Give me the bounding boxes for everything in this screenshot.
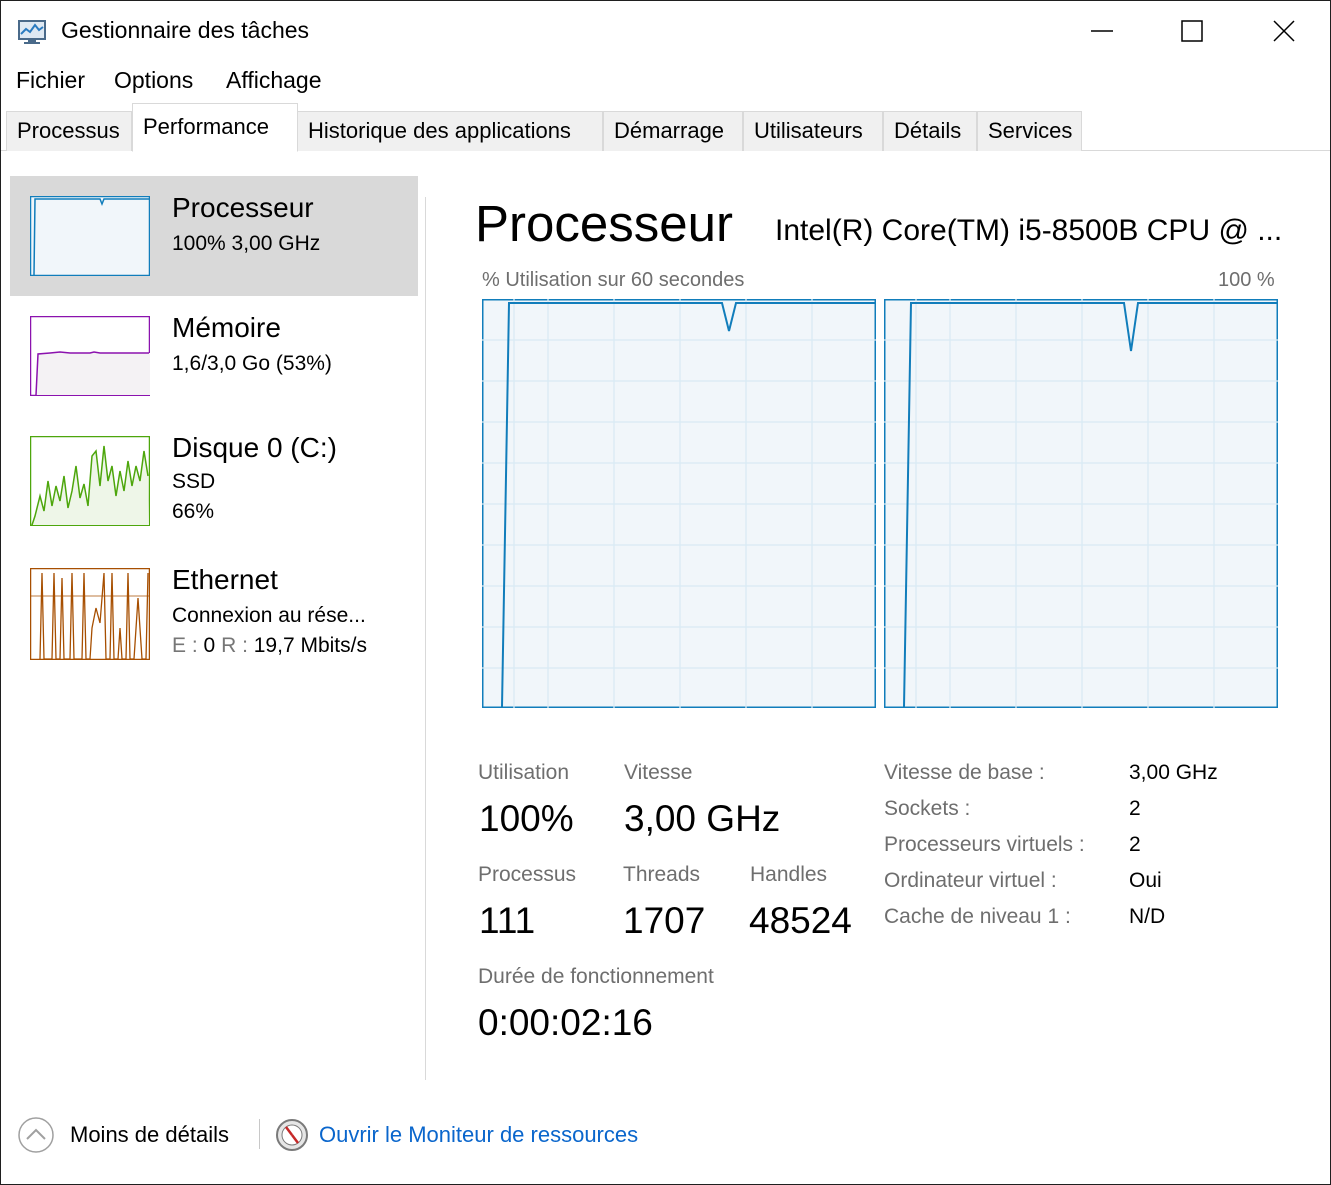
utilisation-label: Utilisation xyxy=(478,761,570,784)
vitesse-value: 3,00 GHz xyxy=(624,798,781,839)
tab-processus[interactable]: Processus xyxy=(6,111,132,151)
processus-label: Processus xyxy=(478,863,577,886)
cpu-core-graph-2 xyxy=(884,299,1278,708)
uptime-label: Durée de fonctionnement xyxy=(478,965,714,988)
detail-key-sockets: Sockets : xyxy=(884,797,971,820)
menu-affichage[interactable]: Affichage xyxy=(226,67,321,94)
tab-demarrage[interactable]: Démarrage xyxy=(603,111,743,151)
detail-value-base-speed: 3,00 GHz xyxy=(1129,761,1218,784)
sidebar-divider xyxy=(425,197,426,1080)
close-icon xyxy=(1273,20,1295,42)
sidebar-item-value: 1,6/3,0 Go (53%) xyxy=(172,352,332,375)
tab-historique[interactable]: Historique des applications xyxy=(297,111,603,151)
tab-services[interactable]: Services xyxy=(977,111,1082,151)
detail-key-base-speed: Vitesse de base : xyxy=(884,761,1045,784)
vitesse-label: Vitesse xyxy=(624,761,693,784)
less-details-button[interactable] xyxy=(17,1116,55,1154)
sidebar-item-connection: Connexion au rése... xyxy=(172,604,366,627)
menu-options[interactable]: Options xyxy=(114,67,193,94)
sidebar-item-memoire[interactable]: Mémoire 1,6/3,0 Go (53%) xyxy=(10,296,418,416)
maximize-icon xyxy=(1181,20,1203,42)
title-bar: Gestionnaire des tâches xyxy=(1,1,1330,61)
disk-thumbnail-graph xyxy=(30,436,150,526)
cpu-model-name: Intel(R) Core(TM) i5-8500B CPU @ ... xyxy=(775,214,1283,247)
send-value: 0 xyxy=(203,634,216,657)
sidebar-item-label: Mémoire xyxy=(172,312,281,343)
detail-key-virtual-processors: Processeurs virtuels : xyxy=(884,833,1085,856)
detail-value-sockets: 2 xyxy=(1129,797,1141,820)
tab-strip: Processus Performance Historique des app… xyxy=(1,101,1330,152)
chevron-up-circle-icon xyxy=(18,1117,54,1153)
minimize-icon xyxy=(1091,30,1113,32)
window-title: Gestionnaire des tâches xyxy=(61,17,310,43)
sidebar-item-value: 100% 3,00 GHz xyxy=(172,232,321,255)
footer-divider xyxy=(259,1119,260,1149)
receive-value: 19,7 Mbits/s xyxy=(253,634,367,657)
sidebar-item-disque[interactable]: Disque 0 (C:) SSD 66% xyxy=(10,416,418,536)
resource-monitor-icon[interactable] xyxy=(275,1118,309,1152)
task-manager-icon xyxy=(18,20,46,44)
handles-label: Handles xyxy=(750,863,828,886)
sidebar-item-label: Disque 0 (C:) xyxy=(172,432,337,463)
detail-value-virtual-machine: Oui xyxy=(1129,869,1162,892)
page-title: Processeur xyxy=(475,195,733,252)
graph-axis-label: % Utilisation sur 60 secondes xyxy=(482,269,745,291)
sidebar-item-throughput: E : 0 R : 19,7 Mbits/s xyxy=(172,634,367,658)
cpu-core-graph-1 xyxy=(482,299,876,708)
sidebar-item-processeur[interactable]: Processeur 100% 3,00 GHz xyxy=(10,176,418,296)
tab-details[interactable]: Détails xyxy=(883,111,977,151)
send-prefix: E : xyxy=(172,634,198,657)
less-details-label[interactable]: Moins de détails xyxy=(70,1122,229,1148)
processus-value: 111 xyxy=(479,900,536,941)
open-resource-monitor-link[interactable]: Ouvrir le Moniteur de ressources xyxy=(319,1122,638,1148)
ethernet-thumbnail-graph xyxy=(30,568,150,660)
sidebar-item-ethernet[interactable]: Ethernet Connexion au rése... E : 0 R : … xyxy=(10,548,418,668)
sidebar-item-label: Ethernet xyxy=(172,564,278,595)
menu-bar: Fichier Options Affichage xyxy=(1,63,1330,101)
threads-label: Threads xyxy=(623,863,701,886)
tab-utilisateurs[interactable]: Utilisateurs xyxy=(743,111,883,151)
cpu-thumbnail-graph xyxy=(30,196,150,276)
detail-value-l1-cache: N/D xyxy=(1129,905,1166,928)
maximize-button[interactable] xyxy=(1146,1,1238,61)
threads-value: 1707 xyxy=(623,900,706,941)
detail-key-l1-cache: Cache de niveau 1 : xyxy=(884,905,1071,928)
graph-max-label: 100 % xyxy=(1218,269,1275,291)
task-manager-window: Gestionnaire des tâches Fichier Options … xyxy=(0,0,1331,1185)
close-button[interactable] xyxy=(1238,1,1330,61)
handles-value: 48524 xyxy=(749,900,852,941)
memory-thumbnail-graph xyxy=(30,316,150,396)
sidebar-item-value: 66% xyxy=(172,500,215,523)
detail-key-virtual-machine: Ordinateur virtuel : xyxy=(884,869,1057,892)
menu-fichier[interactable]: Fichier xyxy=(16,67,85,94)
sidebar-item-type: SSD xyxy=(172,470,216,493)
utilisation-value: 100% xyxy=(479,798,574,839)
sidebar-item-label: Processeur xyxy=(172,192,314,223)
tab-performance[interactable]: Performance xyxy=(132,103,298,152)
receive-prefix: R : xyxy=(221,634,248,657)
minimize-button[interactable] xyxy=(1056,1,1148,61)
uptime-value: 0:00:02:16 xyxy=(478,1002,653,1043)
detail-value-virtual-processors: 2 xyxy=(1129,833,1141,856)
